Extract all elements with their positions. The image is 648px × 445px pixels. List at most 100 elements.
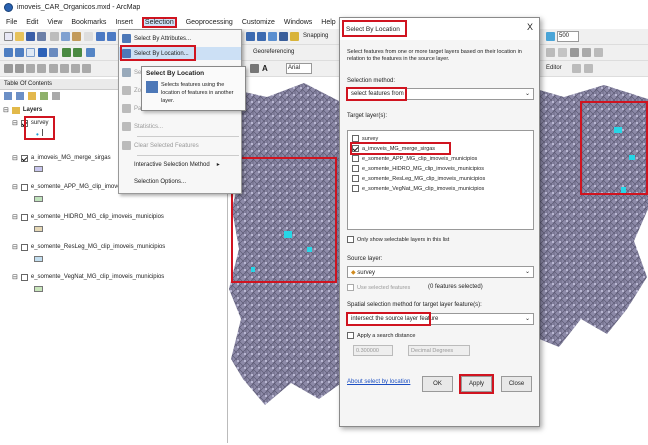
layer-row-imoveis[interactable]: ⊟ a_imoveis_MG_merge_sirgas xyxy=(12,154,111,162)
target-checkbox[interactable] xyxy=(352,155,359,162)
list-by-visibility-icon[interactable] xyxy=(28,92,36,100)
distance-units-select[interactable]: Decimal Degrees xyxy=(408,345,470,356)
layer-checkbox[interactable] xyxy=(20,154,28,162)
cut-icon[interactable] xyxy=(50,32,59,41)
use-selected-row[interactable]: Use selected features xyxy=(347,284,410,291)
menu-windows[interactable]: Windows xyxy=(284,19,312,26)
menu-interactive-selection-method[interactable]: Interactive Selection Method ▸ xyxy=(119,158,241,171)
options-icon[interactable] xyxy=(52,92,60,100)
layer-checkbox[interactable] xyxy=(20,273,28,281)
use-selected-checkbox[interactable] xyxy=(347,284,354,291)
menu-bookmarks[interactable]: Bookmarks xyxy=(71,19,106,26)
target-checkbox[interactable] xyxy=(352,185,359,192)
text-tool-icon[interactable]: A xyxy=(262,64,268,73)
copy-icon[interactable] xyxy=(61,32,70,41)
menu-selection-options[interactable]: Selection Options... xyxy=(119,175,241,188)
list-by-drawing-order-icon[interactable] xyxy=(4,92,12,100)
layer-row-vegnat[interactable]: ⊟ e_somente_VegNat_MG_clip_imoveis_munic… xyxy=(12,273,164,281)
zoom-out-icon[interactable] xyxy=(15,48,24,57)
print-icon[interactable] xyxy=(37,32,46,41)
only-selectable-row[interactable]: Only show selectable layers in this list xyxy=(347,236,449,243)
menu-geoprocessing[interactable]: Geoprocessing xyxy=(186,19,233,26)
back-icon[interactable] xyxy=(62,48,71,57)
snapping-label[interactable]: Snapping xyxy=(303,33,328,39)
collapse-icon[interactable]: ⊟ xyxy=(12,119,18,127)
collapse-icon[interactable]: ⊟ xyxy=(3,106,9,114)
target-checkbox[interactable] xyxy=(352,135,359,142)
menu-select-by-attributes[interactable]: Select By Attributes... xyxy=(119,32,241,45)
collapse-icon[interactable]: ⊟ xyxy=(12,273,18,281)
about-select-by-location-link[interactable]: About select by location xyxy=(347,379,410,385)
collapse-icon[interactable]: ⊟ xyxy=(12,183,18,191)
sketch-icon[interactable] xyxy=(582,48,591,57)
snap-icon[interactable] xyxy=(558,48,567,57)
only-selectable-checkbox[interactable] xyxy=(347,236,354,243)
layer-checkbox[interactable] xyxy=(20,183,28,191)
vertex-icon[interactable] xyxy=(570,48,579,57)
zoom-in-icon[interactable] xyxy=(4,48,13,57)
edit-tool-icon[interactable] xyxy=(594,48,603,57)
close-button[interactable]: Close xyxy=(501,376,532,392)
arctoolbox-icon[interactable] xyxy=(257,32,266,41)
ok-button[interactable]: OK xyxy=(422,376,453,392)
full-extent-icon[interactable] xyxy=(38,48,47,57)
save-icon[interactable] xyxy=(26,32,35,41)
redo-icon[interactable] xyxy=(107,32,116,41)
open-icon[interactable] xyxy=(15,32,24,41)
layout3-icon[interactable] xyxy=(26,64,35,73)
search-window-icon[interactable] xyxy=(279,32,288,41)
list-by-selection-icon[interactable] xyxy=(40,92,48,100)
layout8-icon[interactable] xyxy=(82,64,91,73)
layer-checkbox[interactable] xyxy=(20,243,28,251)
search-distance-checkbox[interactable] xyxy=(347,332,354,339)
new-doc-icon[interactable] xyxy=(4,32,13,41)
forward-icon[interactable] xyxy=(73,48,82,57)
target-checkbox[interactable] xyxy=(352,175,359,182)
list-by-source-icon[interactable] xyxy=(16,92,24,100)
select-features-icon[interactable] xyxy=(86,48,95,57)
menu-view[interactable]: View xyxy=(47,19,62,26)
layout7-icon[interactable] xyxy=(71,64,80,73)
fixed-zoom-icon[interactable] xyxy=(49,48,58,57)
layout4-icon[interactable] xyxy=(37,64,46,73)
reshape-icon[interactable] xyxy=(584,64,593,73)
collapse-icon[interactable]: ⊟ xyxy=(12,243,18,251)
distance-field[interactable]: 0.300000 xyxy=(353,345,393,356)
layer-row-hidro[interactable]: ⊟ e_somente_HIDRO_MG_clip_imoveis_munici… xyxy=(12,213,164,221)
menu-clear-selected[interactable]: Clear Selected Features xyxy=(119,139,241,152)
target-row-vegnat[interactable]: e_somente_VegNat_MG_clip_imoveis_municip… xyxy=(352,185,484,192)
layout2-icon[interactable] xyxy=(15,64,24,73)
pan-icon[interactable] xyxy=(26,48,35,57)
georeferencing-label[interactable]: Georeferencing xyxy=(253,49,294,55)
grid-icon[interactable] xyxy=(546,48,555,57)
menu-insert[interactable]: Insert xyxy=(115,19,133,26)
target-row-app[interactable]: e_somente_APP_MG_clip_imoveis_municipios xyxy=(352,155,477,162)
target-checkbox[interactable] xyxy=(352,165,359,172)
python-icon[interactable] xyxy=(290,32,299,41)
layers-group[interactable]: ⊟ Layers xyxy=(3,106,42,114)
layout-icon[interactable] xyxy=(4,64,13,73)
scale-field[interactable]: 500 xyxy=(557,31,579,42)
undo-icon[interactable] xyxy=(96,32,105,41)
collapse-icon[interactable]: ⊟ xyxy=(12,154,18,162)
layer-checkbox[interactable] xyxy=(20,213,28,221)
menu-help[interactable]: Help xyxy=(321,19,335,26)
search-distance-row[interactable]: Apply a search distance xyxy=(347,332,415,339)
layer-row-resleg[interactable]: ⊟ e_somente_ResLeg_MG_clip_imoveis_munic… xyxy=(12,243,165,251)
edit-vertices-icon[interactable] xyxy=(572,64,581,73)
catalog-icon[interactable] xyxy=(268,32,277,41)
target-row-resleg[interactable]: e_somente_ResLeg_MG_clip_imoveis_municip… xyxy=(352,175,485,182)
menu-edit[interactable]: Edit xyxy=(26,19,38,26)
menu-customize[interactable]: Customize xyxy=(242,19,275,26)
editor-toolbar-icon[interactable] xyxy=(246,32,255,41)
collapse-icon[interactable]: ⊟ xyxy=(12,213,18,221)
rectangle-icon[interactable] xyxy=(250,64,259,73)
menu-file[interactable]: File xyxy=(6,19,17,26)
menu-selection[interactable]: Selection xyxy=(141,16,177,28)
layout6-icon[interactable] xyxy=(60,64,69,73)
font-field[interactable]: Arial xyxy=(286,63,312,74)
layout5-icon[interactable] xyxy=(49,64,58,73)
editor-label[interactable]: Editor xyxy=(546,65,562,71)
menu-statistics[interactable]: Statistics... xyxy=(119,120,241,133)
globe-icon[interactable] xyxy=(546,32,555,41)
